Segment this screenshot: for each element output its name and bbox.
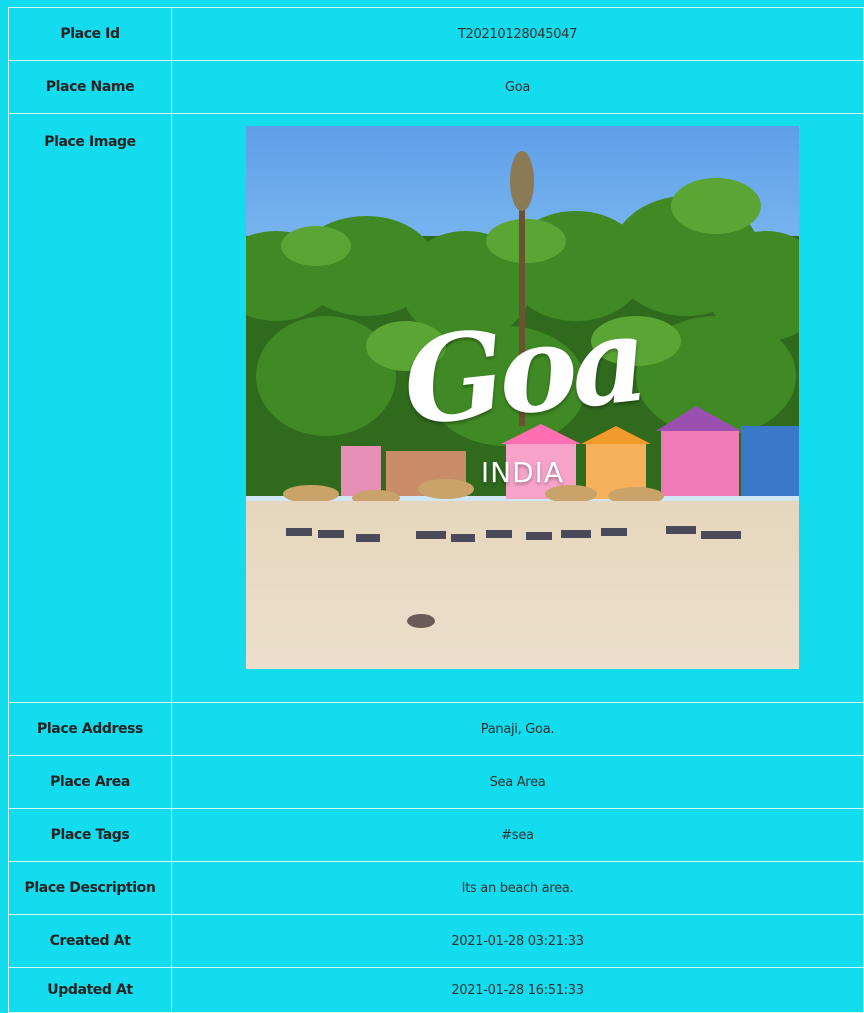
value-place-name: Goa	[171, 60, 864, 114]
label-updated-at: Updated At	[8, 967, 172, 1013]
value-created-at: 2021-01-28 03:21:33	[171, 914, 864, 968]
label-place-image: Place Image	[8, 113, 172, 703]
value-updated-at: 2021-01-28 16:51:33	[171, 967, 864, 1013]
label-place-address: Place Address	[8, 702, 172, 756]
label-place-description: Place Description	[8, 861, 172, 915]
row-updated-at: Updated At 2021-01-28 16:51:33	[8, 967, 864, 1013]
row-place-address: Place Address Panaji, Goa.	[8, 702, 864, 756]
place-details-page: Place Id T20210128045047 Place Name Goa …	[0, 0, 864, 1013]
value-place-area: Sea Area	[171, 755, 864, 809]
value-place-tags: #sea	[171, 808, 864, 862]
row-place-area: Place Area Sea Area	[8, 755, 864, 809]
image-subtitle-text: INDIA	[480, 456, 565, 489]
value-place-address: Panaji, Goa.	[171, 702, 864, 756]
label-place-id: Place Id	[8, 7, 172, 61]
value-place-description: Its an beach area.	[171, 861, 864, 915]
value-place-id: T20210128045047	[171, 7, 864, 61]
row-place-name: Place Name Goa	[8, 60, 864, 114]
label-place-name: Place Name	[8, 60, 172, 114]
row-place-description: Place Description Its an beach area.	[8, 861, 864, 915]
row-place-id: Place Id T20210128045047	[8, 7, 864, 61]
label-place-area: Place Area	[8, 755, 172, 809]
place-image: Goa INDIA	[246, 126, 799, 669]
row-place-image: Place Image Goa INDIA	[8, 113, 864, 703]
place-details-table: Place Id T20210128045047 Place Name Goa …	[8, 7, 864, 1013]
row-place-tags: Place Tags #sea	[8, 808, 864, 862]
value-place-image: Goa INDIA	[171, 113, 864, 703]
label-place-tags: Place Tags	[8, 808, 172, 862]
row-created-at: Created At 2021-01-28 03:21:33	[8, 914, 864, 968]
label-created-at: Created At	[8, 914, 172, 968]
